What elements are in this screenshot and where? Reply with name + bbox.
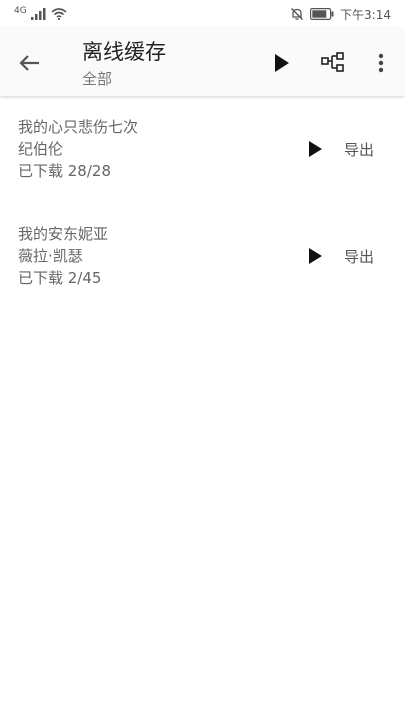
item-title: 我的安东妮亚 (18, 225, 109, 243)
battery-icon (310, 8, 334, 20)
play-icon (275, 54, 289, 72)
status-bar: 4G 下午3:14 (0, 0, 405, 28)
item-progress: 已下载 2/45 (18, 269, 102, 287)
export-button[interactable]: 导出 (344, 246, 374, 267)
list-item[interactable]: 我的心只悲伤七次 纪伯伦 已下载 28/28 导出 (0, 96, 405, 203)
item-title: 我的心只悲伤七次 (18, 118, 139, 136)
page-subtitle[interactable]: 全部 (82, 68, 112, 89)
wifi-icon (51, 8, 67, 20)
play-icon (309, 141, 322, 157)
app-bar: 离线缓存 全部 (0, 28, 405, 96)
more-options-button[interactable] (368, 50, 394, 76)
mute-bell-icon (291, 8, 304, 20)
play-icon (309, 248, 322, 264)
item-progress: 已下载 28/28 (18, 162, 111, 180)
status-right: 下午3:14 (290, 6, 391, 23)
tree-icon (321, 52, 344, 72)
item-play-button[interactable] (305, 139, 325, 159)
more-vert-icon (378, 53, 384, 73)
back-arrow-icon (19, 55, 39, 71)
export-button[interactable]: 导出 (344, 139, 374, 160)
status-left: 4G (14, 6, 67, 20)
network-type-label: 4G (14, 6, 27, 16)
status-time: 下午3:14 (340, 7, 391, 22)
item-play-button[interactable] (305, 246, 325, 266)
list-item[interactable]: 我的安东妮亚 薇拉·凯瑟 已下载 2/45 导出 (0, 203, 405, 310)
page-title: 离线缓存 (82, 40, 166, 64)
back-button[interactable] (14, 48, 44, 78)
play-all-button[interactable] (268, 50, 294, 76)
signal-icon (30, 8, 46, 20)
structure-button[interactable] (320, 50, 346, 76)
download-list: 我的心只悲伤七次 纪伯伦 已下载 28/28 导出 我的安东妮亚 薇拉·凯瑟 已… (0, 96, 405, 310)
